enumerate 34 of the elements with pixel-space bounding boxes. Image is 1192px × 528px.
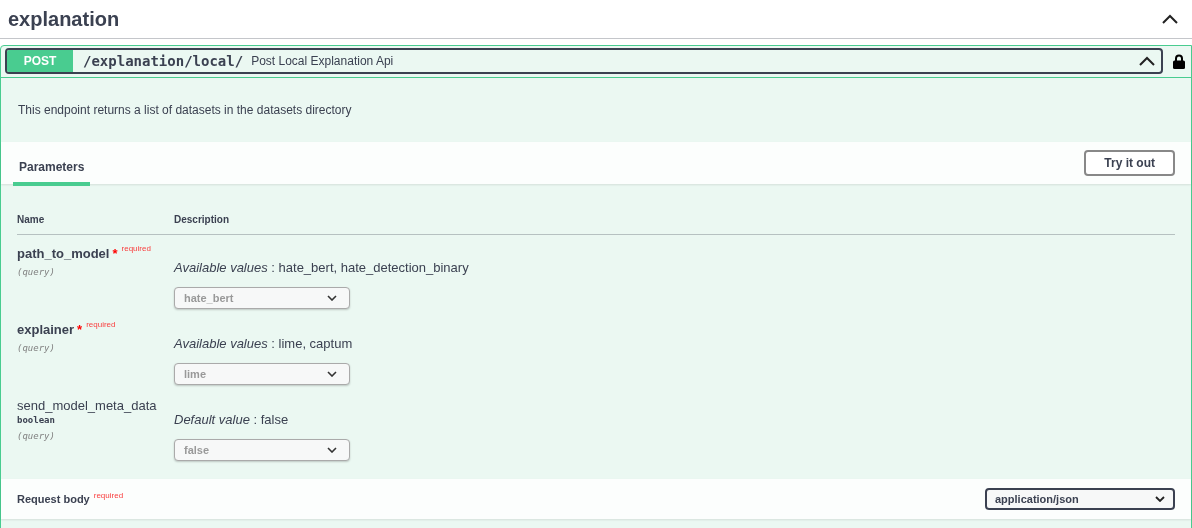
required-asterisk: * — [112, 246, 118, 261]
required-label: required — [86, 320, 116, 329]
operation-summary-bar[interactable]: POST /explanation/local/ Post Local Explanation Api — [5, 48, 1163, 74]
parameter-location: (query) — [17, 267, 56, 277]
parameter-name: send_model_meta_data — [17, 398, 157, 413]
method-badge: POST — [7, 50, 73, 72]
parameter-description: Default value : false — [174, 412, 290, 427]
parameter-location: (query) — [17, 343, 56, 353]
chevron-down-icon — [327, 447, 337, 453]
chevron-down-icon — [327, 371, 337, 377]
section-title[interactable]: explanation — [8, 7, 120, 31]
parameter-location: (query) — [17, 431, 56, 441]
content-type-select[interactable]: application/json — [985, 488, 1175, 510]
required-label: required — [93, 491, 124, 500]
lock-icon[interactable] — [1173, 53, 1185, 69]
required-label: required — [121, 244, 151, 253]
parameters-tab[interactable]: Parameters — [13, 148, 91, 186]
chevron-down-icon — [1155, 496, 1165, 502]
parameter-type: boolean — [17, 415, 56, 425]
parameter-name: path_to_model — [17, 246, 110, 261]
column-header: Name — [17, 214, 46, 225]
chevron-down-icon — [327, 295, 337, 301]
chevron-up-icon[interactable] — [1162, 14, 1178, 24]
endpoint-path: /explanation/local/ — [83, 53, 244, 69]
parameter-description: Available values : lime, captum — [174, 336, 354, 351]
parameter-description: Available values : hate_bert, hate_detection_binary — [174, 260, 470, 275]
required-asterisk: * — [77, 322, 83, 337]
parameter-name: explainer — [17, 322, 75, 337]
try-it-out-button[interactable]: Try it out — [1084, 150, 1175, 176]
endpoint-summary: Post Local Explanation Api — [251, 54, 394, 68]
column-header: Description — [174, 214, 229, 225]
chevron-up-icon[interactable] — [1139, 56, 1155, 66]
request-body-label: Request body — [17, 493, 90, 505]
endpoint-description: This endpoint returns a list of datasets in the datasets directory — [18, 103, 352, 117]
